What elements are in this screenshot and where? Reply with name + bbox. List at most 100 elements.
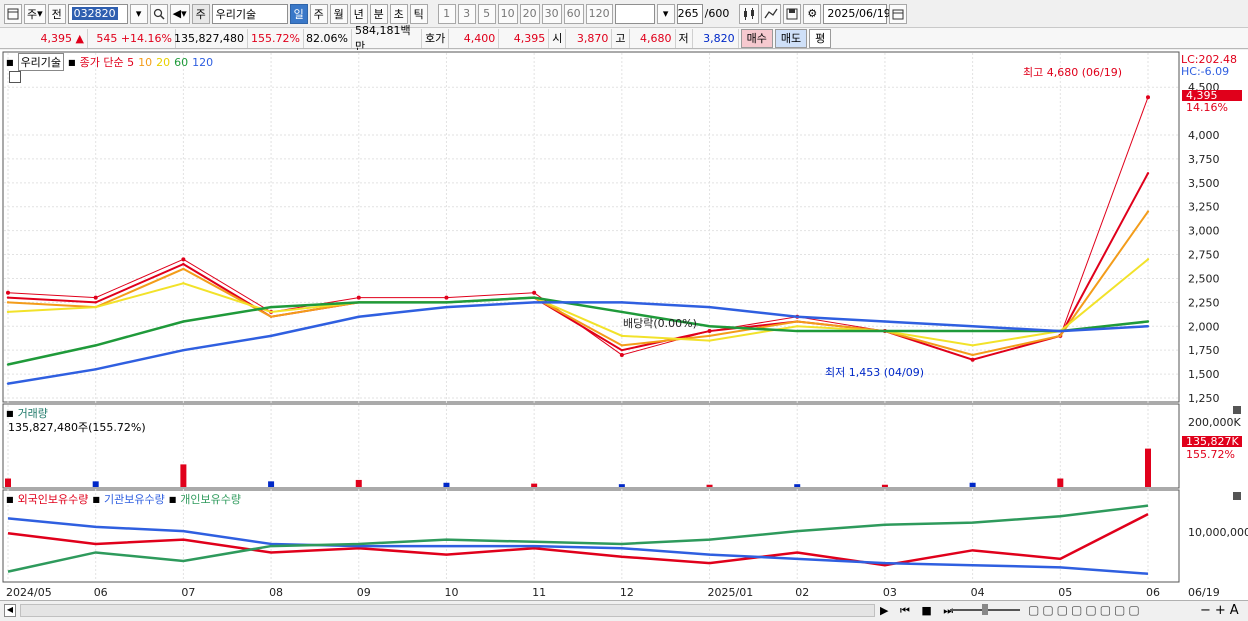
grid-toggle-icon[interactable] xyxy=(9,71,21,83)
price-y-tick: 2,750 xyxy=(1188,249,1220,262)
volume-pane-border xyxy=(2,403,1180,489)
price-point xyxy=(971,358,974,361)
interval-5[interactable]: 5 xyxy=(477,3,496,24)
price-point xyxy=(269,310,273,314)
volume-close-icon[interactable] xyxy=(1233,406,1241,414)
tab-week[interactable]: 주 xyxy=(309,3,328,24)
gear-icon[interactable]: ⚙ xyxy=(803,3,822,24)
interval-3[interactable]: 3 xyxy=(457,3,476,24)
stock-type-tag: 주 xyxy=(191,3,210,24)
volume-bar xyxy=(92,481,99,487)
tab-year[interactable]: 년 xyxy=(349,3,368,24)
price-point xyxy=(94,301,97,304)
bottom-scroll-bar: ◀ ▶ ⏮ ■ ⏭ ▢▢▢▢▢▢▢▢ −+A xyxy=(0,600,1248,621)
x-axis-label: 2025/01 xyxy=(708,586,754,599)
holdings-series-line xyxy=(7,504,1149,573)
interval-120[interactable]: 120 xyxy=(585,3,613,24)
volume-bar xyxy=(355,479,362,487)
stock-code-text: 032820 xyxy=(71,7,118,20)
legend-bullet-icon: ■ xyxy=(92,494,100,504)
price-point xyxy=(356,295,361,300)
price-point xyxy=(6,301,10,304)
interval-dropdown-button[interactable]: ▾ xyxy=(656,3,675,24)
x-axis-label: 04 xyxy=(971,586,985,599)
interval-30[interactable]: 30 xyxy=(541,3,562,24)
legend-ma120[interactable]: 120 xyxy=(192,56,213,69)
holdings-close-icon[interactable] xyxy=(1233,492,1241,500)
stock-name-field[interactable]: 우리기술 xyxy=(211,3,288,24)
price-y-tick: 1,250 xyxy=(1188,392,1220,405)
prev-button[interactable]: 전 xyxy=(47,3,66,24)
price-point xyxy=(181,257,186,262)
bid-price: 4,395 xyxy=(499,28,550,48)
legend-foreign[interactable]: 외국인보유수량 xyxy=(18,491,89,507)
save-icon[interactable] xyxy=(783,3,802,24)
price-point xyxy=(532,290,537,295)
legend-ma20[interactable]: 20 xyxy=(156,56,170,69)
line-tool-icon[interactable] xyxy=(761,3,782,24)
price-point xyxy=(94,344,97,347)
scrollbar-track[interactable] xyxy=(20,604,875,617)
period-type-select[interactable]: 주 ▾ xyxy=(24,3,46,24)
price-y-tick: 2,000 xyxy=(1188,320,1220,333)
speaker-icon[interactable]: ◀▾ xyxy=(169,3,190,24)
stock-code-input[interactable]: 032820 xyxy=(67,3,128,24)
x-axis-label: 09 xyxy=(357,586,371,599)
tab-day[interactable]: 일 xyxy=(289,3,308,24)
interval-20[interactable]: 20 xyxy=(519,3,540,24)
interval-10[interactable]: 10 xyxy=(497,3,518,24)
playback-controls[interactable]: ▶ ⏮ ■ ⏭ xyxy=(880,604,957,618)
interval-custom-input[interactable] xyxy=(614,3,655,24)
calendar-icon[interactable] xyxy=(889,3,908,24)
price-y-tick: 3,500 xyxy=(1188,177,1220,190)
scroll-left-icon[interactable]: ◀ xyxy=(4,604,16,617)
eval-button[interactable]: 평 xyxy=(809,28,832,48)
legend-ma60[interactable]: 60 xyxy=(174,56,188,69)
count-total: /600 xyxy=(704,7,730,20)
candle-type-icon[interactable] xyxy=(739,3,760,24)
price-point xyxy=(883,320,887,323)
current-price: 4,395 ▲ xyxy=(0,28,88,48)
legend-stock-name[interactable]: 우리기술 xyxy=(17,53,65,71)
price-point xyxy=(971,353,974,357)
sell-button[interactable]: 매도 xyxy=(774,28,808,48)
price-point xyxy=(445,301,448,304)
date-input[interactable]: 2025/06/19 xyxy=(823,3,891,24)
legend-bullet-icon: ■ xyxy=(68,57,76,67)
high-annotation: 최고 4,680 (06/19) xyxy=(1023,66,1122,79)
holdings-series-line xyxy=(7,517,1149,575)
volume-value: 135,827,480 xyxy=(174,28,248,48)
price-point xyxy=(532,296,536,299)
zoom-slider-handle[interactable] xyxy=(982,604,988,615)
zoom-buttons[interactable]: −+A xyxy=(1200,603,1243,618)
legend-individual[interactable]: 개인보유수량 xyxy=(180,491,241,507)
tab-tick[interactable]: 틱 xyxy=(409,3,428,24)
tab-month[interactable]: 월 xyxy=(329,3,348,24)
legend-ma5[interactable]: 종가 단순 5 xyxy=(80,54,134,70)
interval-1[interactable]: 1 xyxy=(437,3,456,24)
volume-bar xyxy=(969,482,976,487)
window-icon[interactable] xyxy=(4,3,22,24)
tool-icons[interactable]: ▢▢▢▢▢▢▢▢ xyxy=(1028,603,1143,617)
x-axis-label: 06 xyxy=(1146,586,1160,599)
count-input[interactable]: 265 xyxy=(676,3,703,24)
search-icon[interactable] xyxy=(149,3,168,24)
tab-minute[interactable]: 분 xyxy=(369,3,388,24)
interval-60[interactable]: 60 xyxy=(563,3,584,24)
code-dropdown-button[interactable]: ▾ xyxy=(129,3,148,24)
tab-second[interactable]: 초 xyxy=(389,3,408,24)
price-point xyxy=(357,315,360,318)
legend-ma10[interactable]: 10 xyxy=(138,56,152,69)
x-axis-label: 10 xyxy=(444,586,458,599)
buy-button[interactable]: 매수 xyxy=(740,28,773,48)
hc-label: HC:-6.09 xyxy=(1181,65,1229,78)
low-price: 3,820 xyxy=(693,28,739,48)
legend-institution[interactable]: 기관보유수량 xyxy=(104,491,165,507)
price-point xyxy=(708,325,711,328)
price-point xyxy=(6,363,10,366)
legend-bullet-icon: ■ xyxy=(6,408,14,418)
chart-canvas[interactable]: 4,5004,0003,7503,5003,2503,0002,7502,500… xyxy=(0,50,1248,600)
volume-tag-text: 135,827K xyxy=(1186,435,1239,448)
price-legend: ■ 우리기술 ■ 종가 단순 5 10 20 60 120 xyxy=(6,53,213,71)
volume-value-text: 135,827,480주(155.72%) xyxy=(8,421,146,434)
